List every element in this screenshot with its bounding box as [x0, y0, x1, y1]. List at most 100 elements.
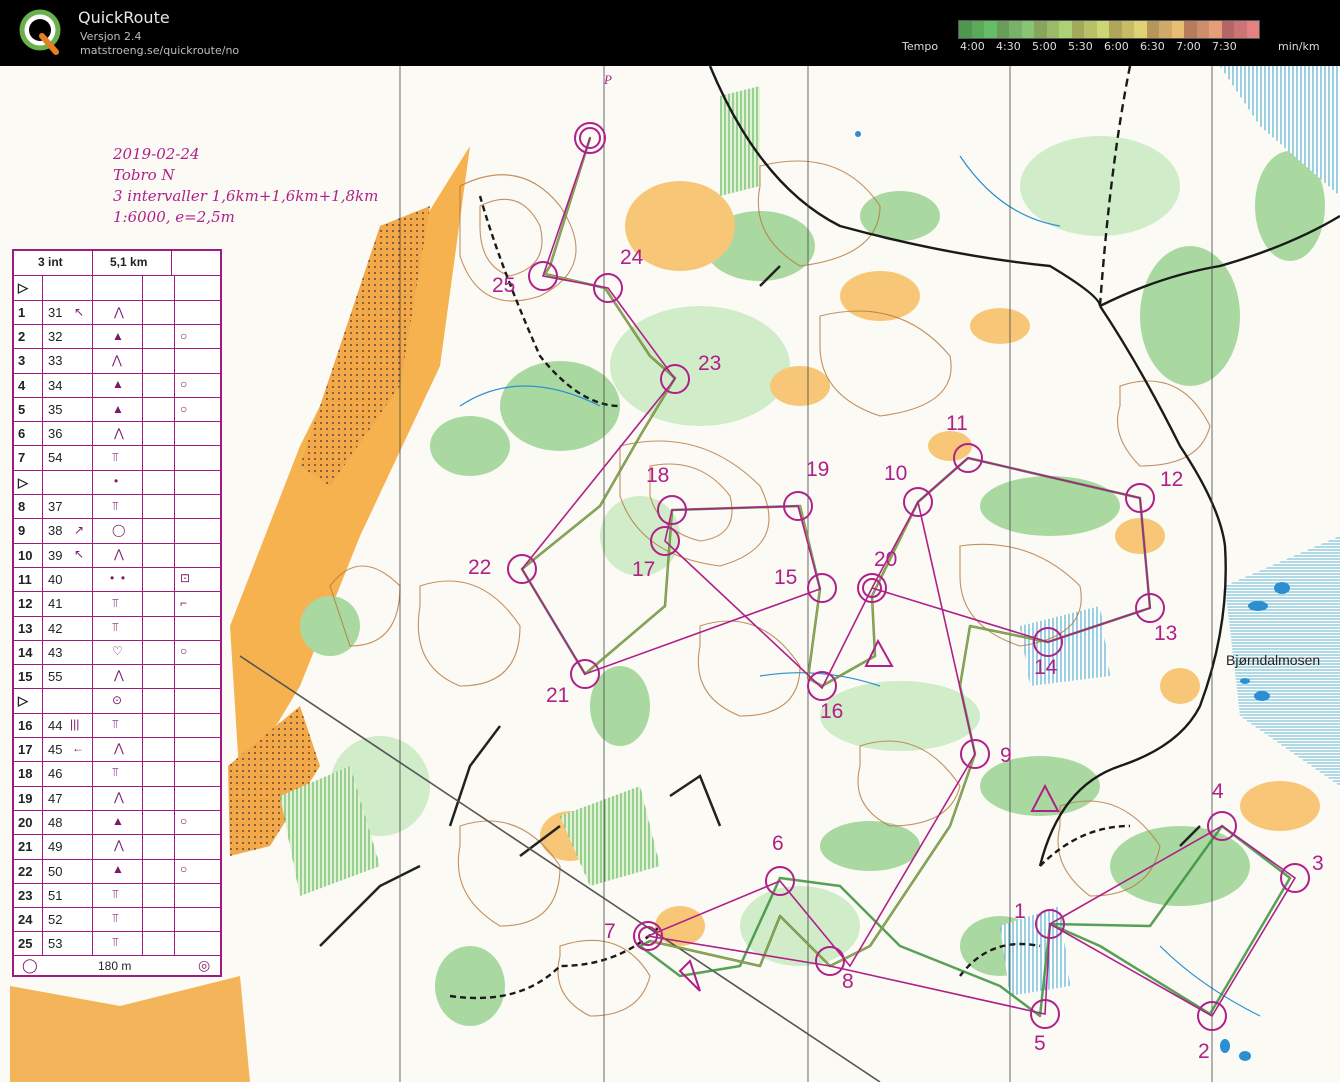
tempo-color-segment: [984, 21, 997, 38]
tempo-color-segment: [1046, 21, 1059, 38]
knoll-symbol: ⋀: [114, 426, 124, 440]
spur-symbol: ♡: [112, 644, 123, 658]
direction-symbol: ↗: [74, 523, 85, 537]
app-version: Versjon 2.4: [80, 30, 142, 43]
tempo-color-segment: [1134, 21, 1147, 38]
control-description-sheet: 3 int 5,1 km ▷ 1 31 2 32 3 33 4 34 5 35 6 36 7…: [12, 249, 222, 977]
divider: [171, 251, 172, 275]
control-number: 5: [1034, 1032, 1046, 1055]
control-number: 25: [492, 274, 516, 297]
cliff-symbol: ⫪: [112, 596, 119, 610]
control-number: 10: [884, 462, 908, 485]
tempo-color-segment: [1084, 21, 1097, 38]
tempo-color-segment: [1121, 21, 1134, 38]
control-number: 19: [806, 458, 830, 481]
tempo-color-segment: [1034, 21, 1047, 38]
app-header: QuickRoute Versjon 2.4 matstroeng.se/qui…: [0, 0, 1340, 66]
tempo-tick: 7:00: [1176, 40, 1201, 53]
control-number: 4: [1212, 780, 1224, 803]
boulder-symbol: ▲: [112, 402, 124, 416]
control-number: 20: [874, 548, 898, 571]
tempo-color-segment: [1196, 21, 1209, 38]
tempo-tick: 6:00: [1104, 40, 1129, 53]
boulder-symbol: ▲: [112, 377, 124, 391]
parking-label: P: [604, 72, 612, 87]
fence-symbol: |||: [70, 717, 80, 731]
tempo-color-segment: [1109, 21, 1122, 38]
tempo-tick: 4:30: [996, 40, 1021, 53]
cliff-symbol: ⫪: [112, 935, 119, 949]
tempo-color-segment: [1096, 21, 1109, 38]
cliff-symbol: ⫪: [112, 620, 119, 634]
cliff-symbol: ⫪: [112, 765, 119, 779]
knoll-symbol: ⋀: [114, 305, 124, 319]
tempo-color-segment: [1159, 21, 1172, 38]
tempo-color-segment: [1209, 21, 1222, 38]
knoll-symbol: ⋀: [114, 547, 124, 561]
description-row: ▷: [14, 275, 220, 299]
direction-symbol: ←: [72, 741, 84, 755]
point-symbol: • •: [110, 571, 126, 585]
control-number: 21: [546, 684, 570, 707]
knoll-symbol: ⋀: [112, 353, 122, 367]
cliff-symbol: ⫪: [112, 887, 119, 901]
control-number: 16: [820, 700, 844, 723]
map-scale: 1:6000, e=2,5m: [113, 208, 235, 226]
place-name: Bjørndalmosen: [1226, 652, 1321, 668]
tempo-tick: 4:00: [960, 40, 985, 53]
location-symbol: ⊡: [180, 571, 191, 585]
location-symbol: ○: [180, 814, 188, 828]
tempo-color-segment: [1071, 21, 1084, 38]
finish-symbol-left: ◯: [22, 957, 38, 973]
quickroute-logo: [19, 9, 61, 55]
map-date: 2019-02-24: [113, 145, 200, 163]
control-number: 9: [1000, 744, 1012, 767]
tempo-color-segment: [1146, 21, 1159, 38]
tempo-tick: 5:00: [1032, 40, 1057, 53]
tempo-color-scale: [958, 20, 1260, 39]
control-number: 6: [772, 832, 784, 855]
control-number: 17: [632, 558, 656, 581]
control-number: 15: [774, 566, 798, 589]
location-symbol: ○: [180, 329, 188, 343]
tempo-color-segment: [1021, 21, 1034, 38]
depression-symbol: ◯: [112, 523, 126, 537]
tempo-color-segment: [1009, 21, 1022, 38]
tempo-color-segment: [1171, 21, 1184, 38]
tempo-color-segment: [1221, 21, 1234, 38]
control-number: 1: [1014, 900, 1026, 923]
tempo-color-segment: [1059, 21, 1072, 38]
finish-symbol-right: ◎: [198, 957, 211, 973]
control-number: 3: [1312, 852, 1324, 875]
tempo-color-segment: [1234, 21, 1247, 38]
boulder-symbol: ▲: [112, 329, 124, 343]
control-number: 7: [604, 920, 616, 943]
boulder-symbol: ▲: [112, 862, 124, 876]
location-symbol: ○: [180, 377, 188, 391]
tempo-tick: 5:30: [1068, 40, 1093, 53]
tempo-tick: 7:30: [1212, 40, 1237, 53]
control-number: 2: [1198, 1040, 1210, 1063]
tempo-color-segment: [1246, 21, 1259, 38]
tempo-color-segment: [971, 21, 984, 38]
divider: [92, 251, 93, 275]
control-number: 8: [842, 970, 854, 993]
tempo-color-segment: [959, 21, 972, 38]
orienteering-map[interactable]: 2019-02-24 Tobro N 3 intervaller 1,6km+1…: [0, 66, 1340, 1082]
knoll-symbol: ⋀: [114, 668, 124, 682]
knoll-symbol: ⋀: [114, 838, 124, 852]
app-url: matstroeng.se/quickroute/no: [80, 44, 240, 57]
course-name: 3 int: [38, 255, 63, 269]
location-symbol: ○: [180, 402, 188, 416]
location-symbol: ⌐: [180, 596, 188, 610]
control-number: 12: [1160, 468, 1184, 491]
cliff-symbol: ⫪: [112, 911, 119, 925]
location-symbol: ○: [180, 862, 188, 876]
tempo-tick: 6:30: [1140, 40, 1165, 53]
control-number: 13: [1154, 622, 1178, 645]
finish-row: ◯ 180 m ◎: [14, 955, 220, 976]
tempo-color-segment: [1184, 21, 1197, 38]
direction-symbol: ↖: [74, 305, 85, 319]
control-number: 24: [620, 246, 644, 269]
control-number: 14: [1034, 656, 1058, 679]
